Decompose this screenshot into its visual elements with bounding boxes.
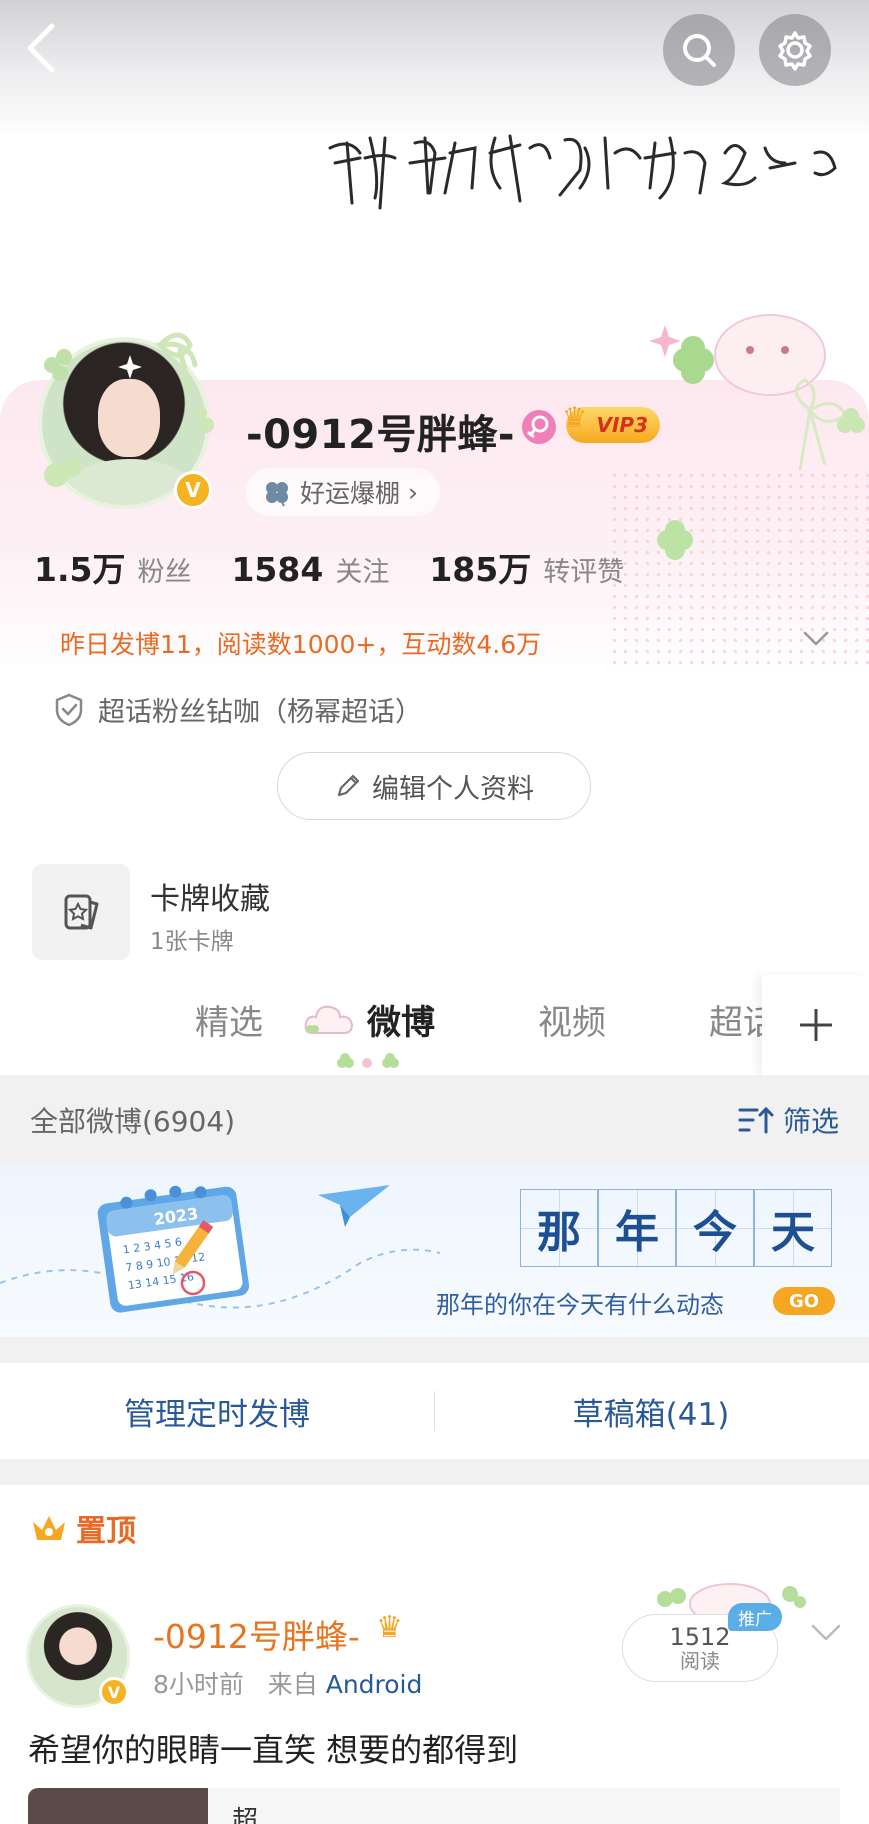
card-collection-entry[interactable]: 卡牌收藏 1张卡牌: [32, 864, 432, 960]
title-char: 今: [676, 1189, 754, 1267]
title-char: 天: [754, 1189, 832, 1267]
gear-icon: [778, 31, 812, 71]
profile-avatar[interactable]: V: [30, 325, 220, 515]
post-author-avatar[interactable]: V: [26, 1604, 130, 1708]
vertical-divider: [434, 1391, 435, 1431]
read-count: 1512: [669, 1623, 731, 1651]
search-button[interactable]: [663, 14, 735, 86]
edit-profile-label: 编辑个人资料: [372, 773, 534, 805]
card-collection-icon-box: [32, 864, 130, 960]
post-link-card-text: 超……: [232, 1806, 311, 1824]
clover-icon: [266, 482, 288, 507]
vip-crown-icon: ♛: [376, 1610, 403, 1645]
pinned-label: 置顶: [30, 1506, 136, 1550]
female-gender-icon: [522, 410, 556, 444]
card-collection-icon: [64, 894, 99, 930]
stat-value: 1.5万: [34, 550, 126, 589]
shield-icon: [55, 693, 83, 726]
tab-weibo[interactable]: 微博: [367, 995, 435, 1044]
back-arrow-icon: [27, 23, 55, 73]
pencil-icon: [337, 774, 360, 797]
verified-badge-icon: V: [99, 1677, 129, 1707]
chevron-down-icon[interactable]: [800, 622, 832, 654]
on-this-day-title: 那 年 今 天: [520, 1189, 832, 1267]
chevron-right-icon: ›: [408, 477, 419, 507]
post-source-prefix: 来自: [267, 1670, 318, 1699]
supertopic-badge-label: 超话粉丝钻咖（杨幂超话）: [98, 697, 422, 728]
drafts-button[interactable]: 草稿箱(41): [434, 1363, 868, 1459]
stat-label: 关注: [335, 557, 390, 588]
handwritten-signature: [325, 118, 865, 228]
profile-tabs: 精选 微博 视频 超话: [0, 975, 869, 1075]
chevron-down-icon[interactable]: [808, 1614, 844, 1650]
section-divider: [0, 1459, 869, 1485]
luck-chip-label: 好运爆棚: [300, 479, 401, 508]
tab-video[interactable]: 视频: [538, 995, 606, 1044]
title-char: 那: [520, 1189, 598, 1267]
drafts-row: 管理定时发博 草稿箱(41): [0, 1363, 869, 1459]
scheduled-posts-button[interactable]: 管理定时发博: [0, 1363, 434, 1459]
pinned-text: 置顶: [76, 1514, 136, 1549]
stat-value: 1584: [231, 550, 324, 589]
stat-followers[interactable]: 1.5万 粉丝: [34, 543, 191, 591]
cloud-decoration-icon: [304, 1005, 354, 1034]
stat-label: 转评赞: [543, 557, 625, 588]
plus-icon: [799, 1009, 832, 1041]
supertopic-badge[interactable]: 超话粉丝钻咖（杨幂超话）: [52, 690, 422, 729]
settings-button[interactable]: [759, 14, 831, 86]
post-body-text: 希望你的眼睛一直笑 想要的都得到: [28, 1731, 519, 1769]
decor-bunny-clover-sticker: [649, 314, 865, 471]
all-posts-count: 全部微博(6904): [30, 1105, 236, 1138]
vip-level-label: VIP3: [596, 413, 649, 437]
go-button[interactable]: GO: [773, 1287, 835, 1315]
signature-handwriting-image: [328, 134, 837, 210]
section-divider: [0, 1337, 869, 1363]
crown-icon: [33, 1516, 65, 1540]
vip-level-badge[interactable]: ♛ VIP3: [562, 401, 660, 443]
title-char: 年: [598, 1189, 676, 1267]
edit-profile-button[interactable]: 编辑个人资料: [277, 752, 591, 820]
post-author-name[interactable]: -0912号胖蜂-: [153, 1610, 360, 1658]
stat-value: 185万: [429, 550, 532, 589]
profile-stats: 1.5万 粉丝 1584 关注 185万 转评赞: [34, 543, 664, 591]
stat-interactions[interactable]: 185万 转评赞: [429, 543, 624, 591]
post-image-thumbnail[interactable]: [28, 1788, 208, 1824]
filter-label: 筛选: [782, 1105, 839, 1138]
search-icon: [683, 34, 716, 67]
card-collection-subtitle: 1张卡牌: [150, 929, 234, 955]
feed-filter-bar: 全部微博(6904) 筛选: [0, 1075, 869, 1165]
profile-nickname: -0912号胖蜂-: [246, 412, 516, 458]
active-tab-indicator-icon: [337, 1053, 399, 1068]
filter-button[interactable]: 筛选: [737, 1100, 839, 1140]
post-source: Android: [325, 1670, 423, 1699]
tab-supertopic[interactable]: 超话: [709, 995, 762, 1044]
stat-following[interactable]: 1584 关注: [231, 550, 389, 589]
verified-badge-icon: V: [174, 471, 212, 509]
crown-icon: ♛: [562, 401, 588, 434]
top-bar: [0, 0, 869, 100]
luck-status-chip[interactable]: 好运爆棚 ›: [246, 468, 441, 516]
on-this-day-banner[interactable]: 2023 1 2 3 4 5 6 7 8 9 10 11 12 13 14 15…: [0, 1165, 869, 1337]
post-meta: 8小时前 来自 Android: [153, 1665, 422, 1701]
stat-label: 粉丝: [137, 557, 192, 588]
back-button[interactable]: [22, 18, 78, 82]
tab-featured[interactable]: 精选: [195, 995, 263, 1044]
card-collection-title: 卡牌收藏: [150, 882, 270, 917]
calendar-illustration: 2023 1 2 3 4 5 6 7 8 9 10 11 12 13 14 15…: [0, 1185, 440, 1313]
read-label: 阅读: [680, 1649, 720, 1673]
post-time: 8小时前: [153, 1670, 244, 1699]
on-this-day-subtitle: 那年的你在今天有什么动态: [436, 1291, 724, 1319]
add-tab-button[interactable]: [762, 975, 869, 1075]
filter-sort-icon: [738, 1106, 774, 1134]
promote-tag[interactable]: 推广: [728, 1603, 782, 1631]
yesterday-activity-summary[interactable]: 昨日发博11，阅读数1000+，互动数4.6万: [60, 625, 541, 661]
